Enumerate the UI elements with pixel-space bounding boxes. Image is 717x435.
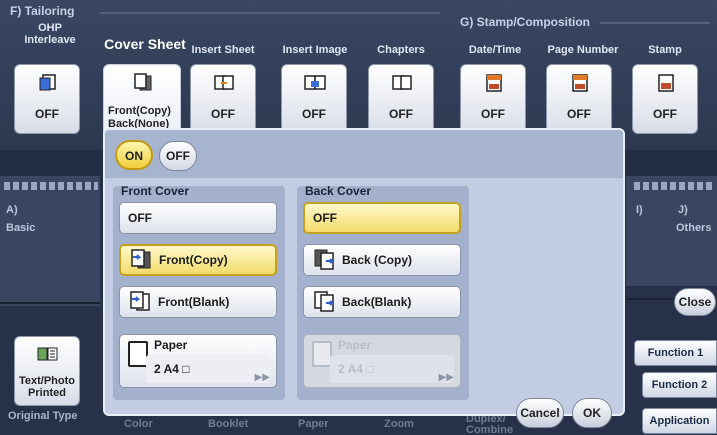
back-cover-title: Back Cover bbox=[305, 184, 372, 198]
application-button[interactable]: Application bbox=[642, 408, 717, 434]
front-paper-value: 2 A4 bbox=[154, 362, 179, 376]
back-paper-button: Paper 2 A4 □ ▶▶ bbox=[303, 334, 461, 388]
back-off-option[interactable]: OFF bbox=[303, 202, 461, 234]
date-time-value: OFF bbox=[481, 107, 505, 121]
insert-sheet-icon bbox=[214, 75, 234, 90]
others-label: Others bbox=[676, 222, 712, 234]
tab-page-number-label: Page Number bbox=[547, 44, 619, 56]
front-paper-label: Paper bbox=[154, 338, 188, 352]
back-blank-label: Back(Blank) bbox=[342, 295, 412, 309]
ohp-interleave-icon bbox=[39, 74, 56, 91]
left-divider bbox=[0, 302, 100, 304]
text-photo-icon bbox=[37, 347, 58, 361]
back-copy-icon bbox=[314, 249, 335, 270]
ohp-interleave-value: OFF bbox=[35, 107, 59, 121]
front-copy-option[interactable]: Front(Copy) bbox=[119, 244, 277, 276]
ok-button[interactable]: OK bbox=[572, 398, 612, 428]
zoom-label: Zoom bbox=[384, 418, 414, 430]
tab-insert-image-label: Insert Image bbox=[282, 44, 348, 56]
insert-sheet-button[interactable]: OFF bbox=[190, 64, 256, 134]
chapters-button[interactable]: OFF bbox=[368, 64, 434, 134]
tab-cover-sheet-label: Cover Sheet bbox=[104, 36, 186, 52]
front-off-label: OFF bbox=[128, 211, 152, 225]
tab-insert-sheet-label: Insert Sheet bbox=[191, 44, 255, 56]
back-paper-label: Paper bbox=[338, 338, 372, 352]
stamp-value: OFF bbox=[653, 107, 677, 121]
right-divider bbox=[626, 298, 676, 300]
page-number-value: OFF bbox=[567, 107, 591, 121]
stamp-button[interactable]: OFF bbox=[632, 64, 698, 134]
right-dots-bar bbox=[634, 182, 714, 190]
back-copy-label: Back (Copy) bbox=[342, 253, 413, 267]
copier-screen: F) Tailoring G) Stamp/Composition OHP In… bbox=[0, 0, 717, 435]
on-toggle-button[interactable]: ON bbox=[115, 140, 153, 170]
duplex-combine-label: Duplex/ Combine bbox=[466, 413, 514, 435]
paper-tab-label: Paper bbox=[298, 418, 329, 430]
left-dots-bar bbox=[4, 182, 98, 190]
tab-chapters-label: Chapters bbox=[377, 44, 425, 56]
section-stamp-title: G) Stamp/Composition bbox=[460, 15, 590, 29]
color-label: Color bbox=[124, 418, 153, 430]
text-photo-label: Text/Photo Printed bbox=[18, 375, 75, 399]
front-copy-icon bbox=[131, 249, 151, 269]
tab-ohp-interleave-label: OHP Interleave bbox=[24, 22, 76, 46]
back-off-label: OFF bbox=[313, 211, 337, 225]
section-divider bbox=[100, 12, 440, 14]
paper-sheet-icon bbox=[128, 341, 148, 367]
section-divider bbox=[600, 22, 710, 24]
ohp-interleave-button[interactable]: OFF bbox=[14, 64, 80, 134]
back-paper-value-box: 2 A4 □ bbox=[330, 355, 454, 383]
cover-sheet-icon bbox=[134, 73, 152, 91]
text-photo-button[interactable]: Text/Photo Printed bbox=[14, 336, 80, 406]
cover-sheet-dialog: ON OFF Front Cover OFF Front(Copy) Front… bbox=[103, 128, 625, 416]
front-paper-value-box: 2 A4 □ bbox=[146, 355, 270, 383]
back-paper-value: 2 A4 bbox=[338, 362, 363, 376]
front-blank-option[interactable]: Front(Blank) bbox=[119, 286, 277, 318]
front-paper-button[interactable]: Paper 2 A4 □ ▶▶ bbox=[119, 334, 277, 388]
section-tailoring-title: F) Tailoring bbox=[10, 4, 75, 18]
chapters-icon bbox=[392, 75, 412, 90]
front-cover-title: Front Cover bbox=[121, 184, 190, 198]
tab-stamp-label: Stamp bbox=[648, 44, 682, 56]
cancel-button[interactable]: Cancel bbox=[516, 398, 564, 428]
original-type-label: Original Type bbox=[8, 410, 78, 422]
more-arrows-icon: ▶▶ bbox=[254, 372, 270, 383]
back-blank-icon bbox=[314, 291, 335, 312]
date-time-button[interactable]: OFF bbox=[460, 64, 526, 134]
stamp-icon bbox=[658, 74, 674, 92]
more-arrows-icon: ▶▶ bbox=[438, 372, 454, 383]
tab-date-time-label: Date/Time bbox=[468, 44, 522, 56]
paper-sheet-icon bbox=[312, 341, 332, 367]
portrait-paper-icon: □ bbox=[182, 362, 190, 376]
section-a-label: A) bbox=[6, 204, 18, 216]
back-blank-option[interactable]: Back(Blank) bbox=[303, 286, 461, 318]
function-2-button[interactable]: Function 2 bbox=[642, 372, 717, 398]
portrait-paper-icon: □ bbox=[366, 362, 374, 376]
insert-image-value: OFF bbox=[302, 107, 326, 121]
date-time-icon bbox=[486, 74, 502, 92]
front-copy-label: Front(Copy) bbox=[159, 253, 228, 267]
page-number-button[interactable]: OFF bbox=[546, 64, 612, 134]
back-copy-option[interactable]: Back (Copy) bbox=[303, 244, 461, 276]
left-side-panel bbox=[0, 176, 100, 306]
section-j-label: J) bbox=[678, 204, 688, 216]
front-blank-icon bbox=[130, 291, 150, 311]
basic-label: Basic bbox=[6, 222, 36, 234]
section-i-label: I) bbox=[636, 204, 643, 216]
function-1-button[interactable]: Function 1 bbox=[634, 340, 717, 366]
insert-image-button[interactable]: OFF bbox=[281, 64, 347, 134]
insert-sheet-value: OFF bbox=[211, 107, 235, 121]
page-number-icon bbox=[572, 74, 588, 92]
insert-image-icon bbox=[304, 75, 326, 90]
close-button[interactable]: Close bbox=[674, 288, 716, 316]
booklet-label: Booklet bbox=[208, 418, 249, 430]
chapters-value: OFF bbox=[389, 107, 413, 121]
front-off-option[interactable]: OFF bbox=[119, 202, 277, 234]
front-blank-label: Front(Blank) bbox=[158, 295, 230, 309]
off-toggle-button[interactable]: OFF bbox=[159, 141, 197, 171]
